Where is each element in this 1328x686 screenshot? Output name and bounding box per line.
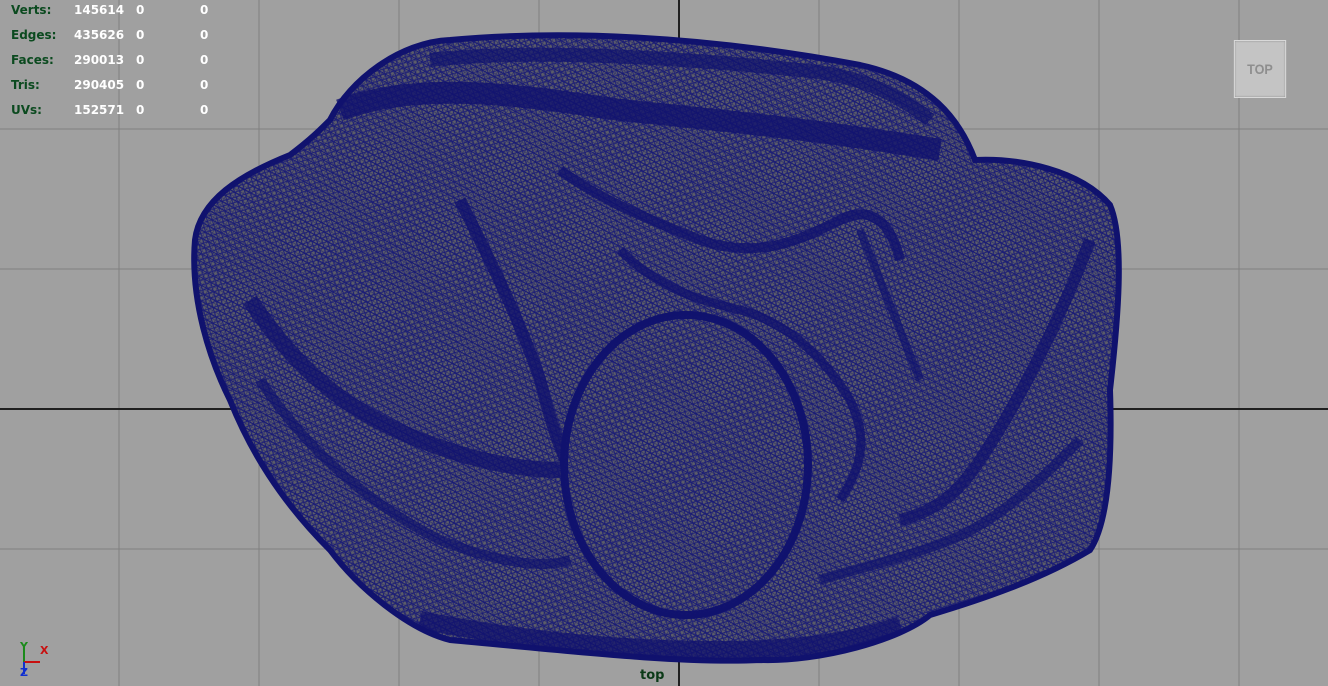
hud-label: UVs: — [11, 103, 42, 117]
hud-value: 0 — [136, 3, 145, 17]
hud-label: Tris: — [11, 78, 40, 92]
top-viewport[interactable]: Verts: 145614 0 0 Edges: 435626 0 0 Faces: 290013… — [0, 0, 1328, 686]
hud-value: 145614 — [74, 3, 125, 17]
hud-label: Faces: — [11, 53, 54, 67]
hud-value: 0 — [136, 53, 145, 67]
hud-value: 0 — [136, 103, 145, 117]
hud-value: 0 — [200, 78, 209, 92]
hud-value: 290405 — [74, 78, 125, 92]
hud-value: 0 — [200, 53, 209, 67]
view-cube[interactable]: TOP — [1233, 40, 1287, 98]
axis-gizmo: Y X Z — [14, 640, 54, 682]
axis-y-label: Y — [20, 640, 28, 653]
hud-label: Verts: — [11, 3, 52, 17]
hud-value: 435626 — [74, 28, 125, 42]
hud-value: 0 — [200, 3, 209, 17]
camera-name-label: top — [640, 668, 665, 683]
hud-value: 0 — [136, 28, 145, 42]
view-cube-label: TOP — [1247, 61, 1273, 77]
hud-label: Edges: — [11, 28, 57, 42]
hud-value: 0 — [136, 78, 145, 92]
axis-z-label: Z — [20, 666, 28, 679]
hud-value: 0 — [200, 103, 209, 117]
hud-value: 290013 — [74, 53, 125, 67]
hud-value: 152571 — [74, 103, 125, 117]
hud-value: 0 — [200, 28, 209, 42]
axis-x-label: X — [40, 644, 49, 657]
